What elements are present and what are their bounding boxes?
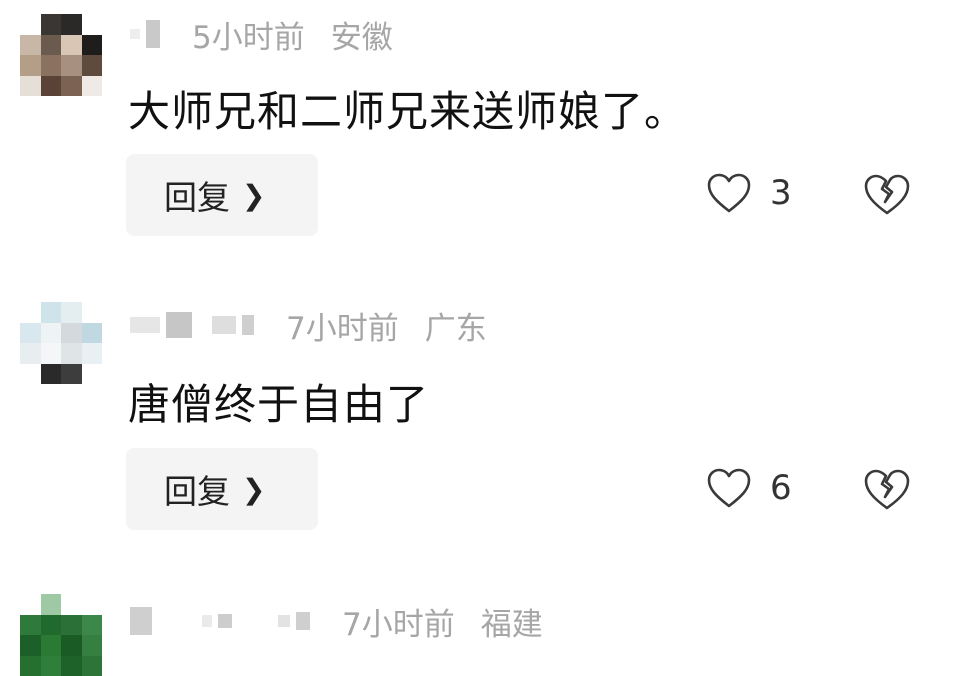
username-pixelated[interactable]	[130, 606, 316, 636]
like-button[interactable]: 6	[706, 467, 792, 509]
comment-location: 广东	[424, 310, 487, 347]
avatar[interactable]	[20, 594, 102, 676]
avatar[interactable]	[20, 302, 102, 384]
comment-meta: 5小时前 安徽	[130, 14, 393, 56]
heart-icon	[707, 173, 751, 213]
like-count: 3	[770, 173, 792, 213]
reply-button[interactable]: 回复 ❯	[126, 154, 318, 236]
reply-label: 回复	[164, 472, 230, 511]
like-count: 6	[770, 468, 792, 508]
broken-heart-icon	[864, 469, 910, 510]
comment-location: 福建	[480, 606, 543, 643]
comment-text: 大师兄和二师兄来送师娘了。	[128, 87, 688, 136]
comment-meta: 7小时前 广东	[130, 305, 487, 347]
reply-label: 回复	[164, 178, 230, 217]
comment-meta: 7小时前 福建	[130, 601, 543, 643]
comment-text: 唐僧终于自由了	[128, 380, 430, 429]
comment-time: 5小时前	[192, 19, 305, 56]
avatar[interactable]	[20, 14, 102, 96]
comment-time: 7小时前	[286, 310, 399, 347]
like-button[interactable]: 3	[706, 172, 792, 214]
username-pixelated[interactable]	[130, 19, 166, 49]
comment-location: 安徽	[330, 19, 393, 56]
chevron-right-icon: ❯	[242, 178, 266, 212]
dislike-button[interactable]	[862, 467, 912, 515]
username-pixelated[interactable]	[130, 310, 260, 340]
reply-button[interactable]: 回复 ❯	[126, 448, 318, 530]
broken-heart-icon	[864, 174, 910, 215]
heart-icon	[707, 468, 751, 508]
chevron-right-icon: ❯	[242, 472, 266, 506]
comment-time: 7小时前	[342, 606, 455, 643]
dislike-button[interactable]	[862, 172, 912, 220]
